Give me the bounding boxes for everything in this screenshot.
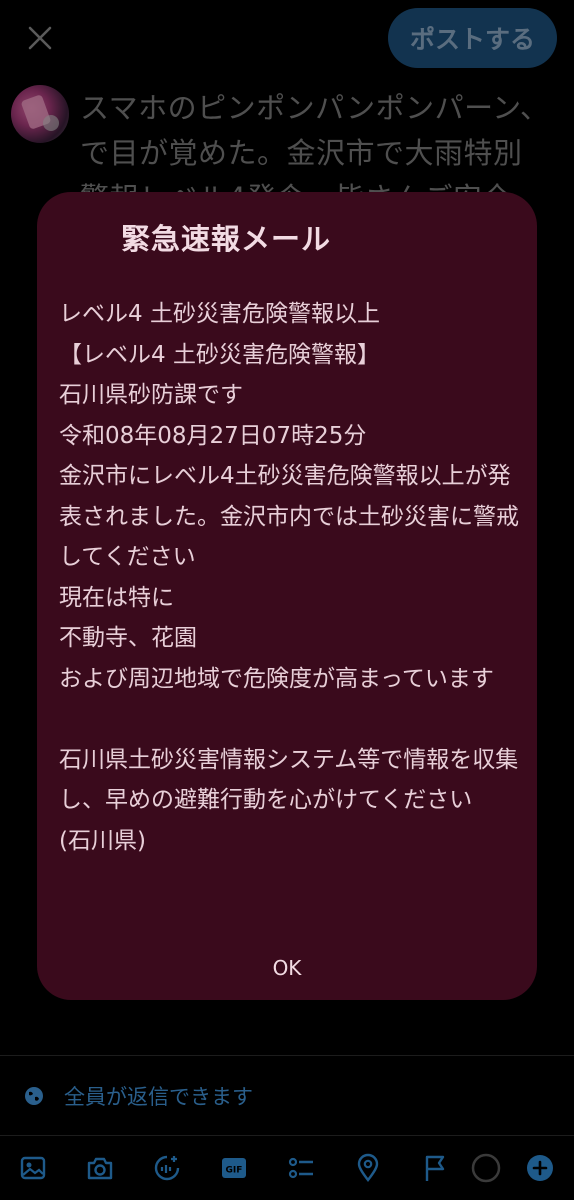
char-counter-ring xyxy=(471,1153,501,1183)
char-counter xyxy=(469,1148,503,1188)
poll-button[interactable] xyxy=(284,1148,318,1188)
divider xyxy=(0,1055,574,1056)
reply-setting-label: 全員が返信できます xyxy=(64,1085,253,1109)
gif-button[interactable]: GIF xyxy=(217,1148,251,1188)
dialog-message: レベル4 土砂災害危険警報以上 【レベル4 土砂災害危険警報】 石川県砂防課です… xyxy=(59,301,519,854)
grok-button[interactable] xyxy=(150,1148,184,1188)
location-icon xyxy=(357,1153,379,1182)
gif-icon: GIF xyxy=(222,1158,246,1178)
image-icon xyxy=(20,1156,46,1180)
flag-icon xyxy=(425,1155,445,1181)
compose-toolbar: GIF xyxy=(0,1148,574,1188)
add-post-button[interactable] xyxy=(523,1148,557,1188)
emergency-alert-dialog: 緊急速報メール レベル4 土砂災害危険警報以上 【レベル4 土砂災害危険警報】 … xyxy=(37,192,537,1000)
flag-button[interactable] xyxy=(418,1148,452,1188)
camera-button[interactable] xyxy=(83,1148,117,1188)
grok-icon xyxy=(154,1155,180,1181)
location-button[interactable] xyxy=(351,1148,385,1188)
camera-icon xyxy=(87,1157,113,1180)
ok-button[interactable]: OK xyxy=(252,950,322,986)
reply-setting-button[interactable]: 全員が返信できます xyxy=(24,1080,253,1112)
svg-text:GIF: GIF xyxy=(226,1166,243,1176)
dialog-title: 緊急速報メール xyxy=(121,222,332,256)
globe-icon xyxy=(25,1087,43,1105)
poll-icon xyxy=(288,1157,313,1179)
image-button[interactable] xyxy=(16,1148,50,1188)
add-post-icon xyxy=(527,1155,553,1181)
divider xyxy=(0,1135,574,1136)
compose-screen: ポストする スマホのピンポンパンポンパーン、で目が覚めた。金沢市で大雨特別警報レ… xyxy=(0,0,574,1200)
